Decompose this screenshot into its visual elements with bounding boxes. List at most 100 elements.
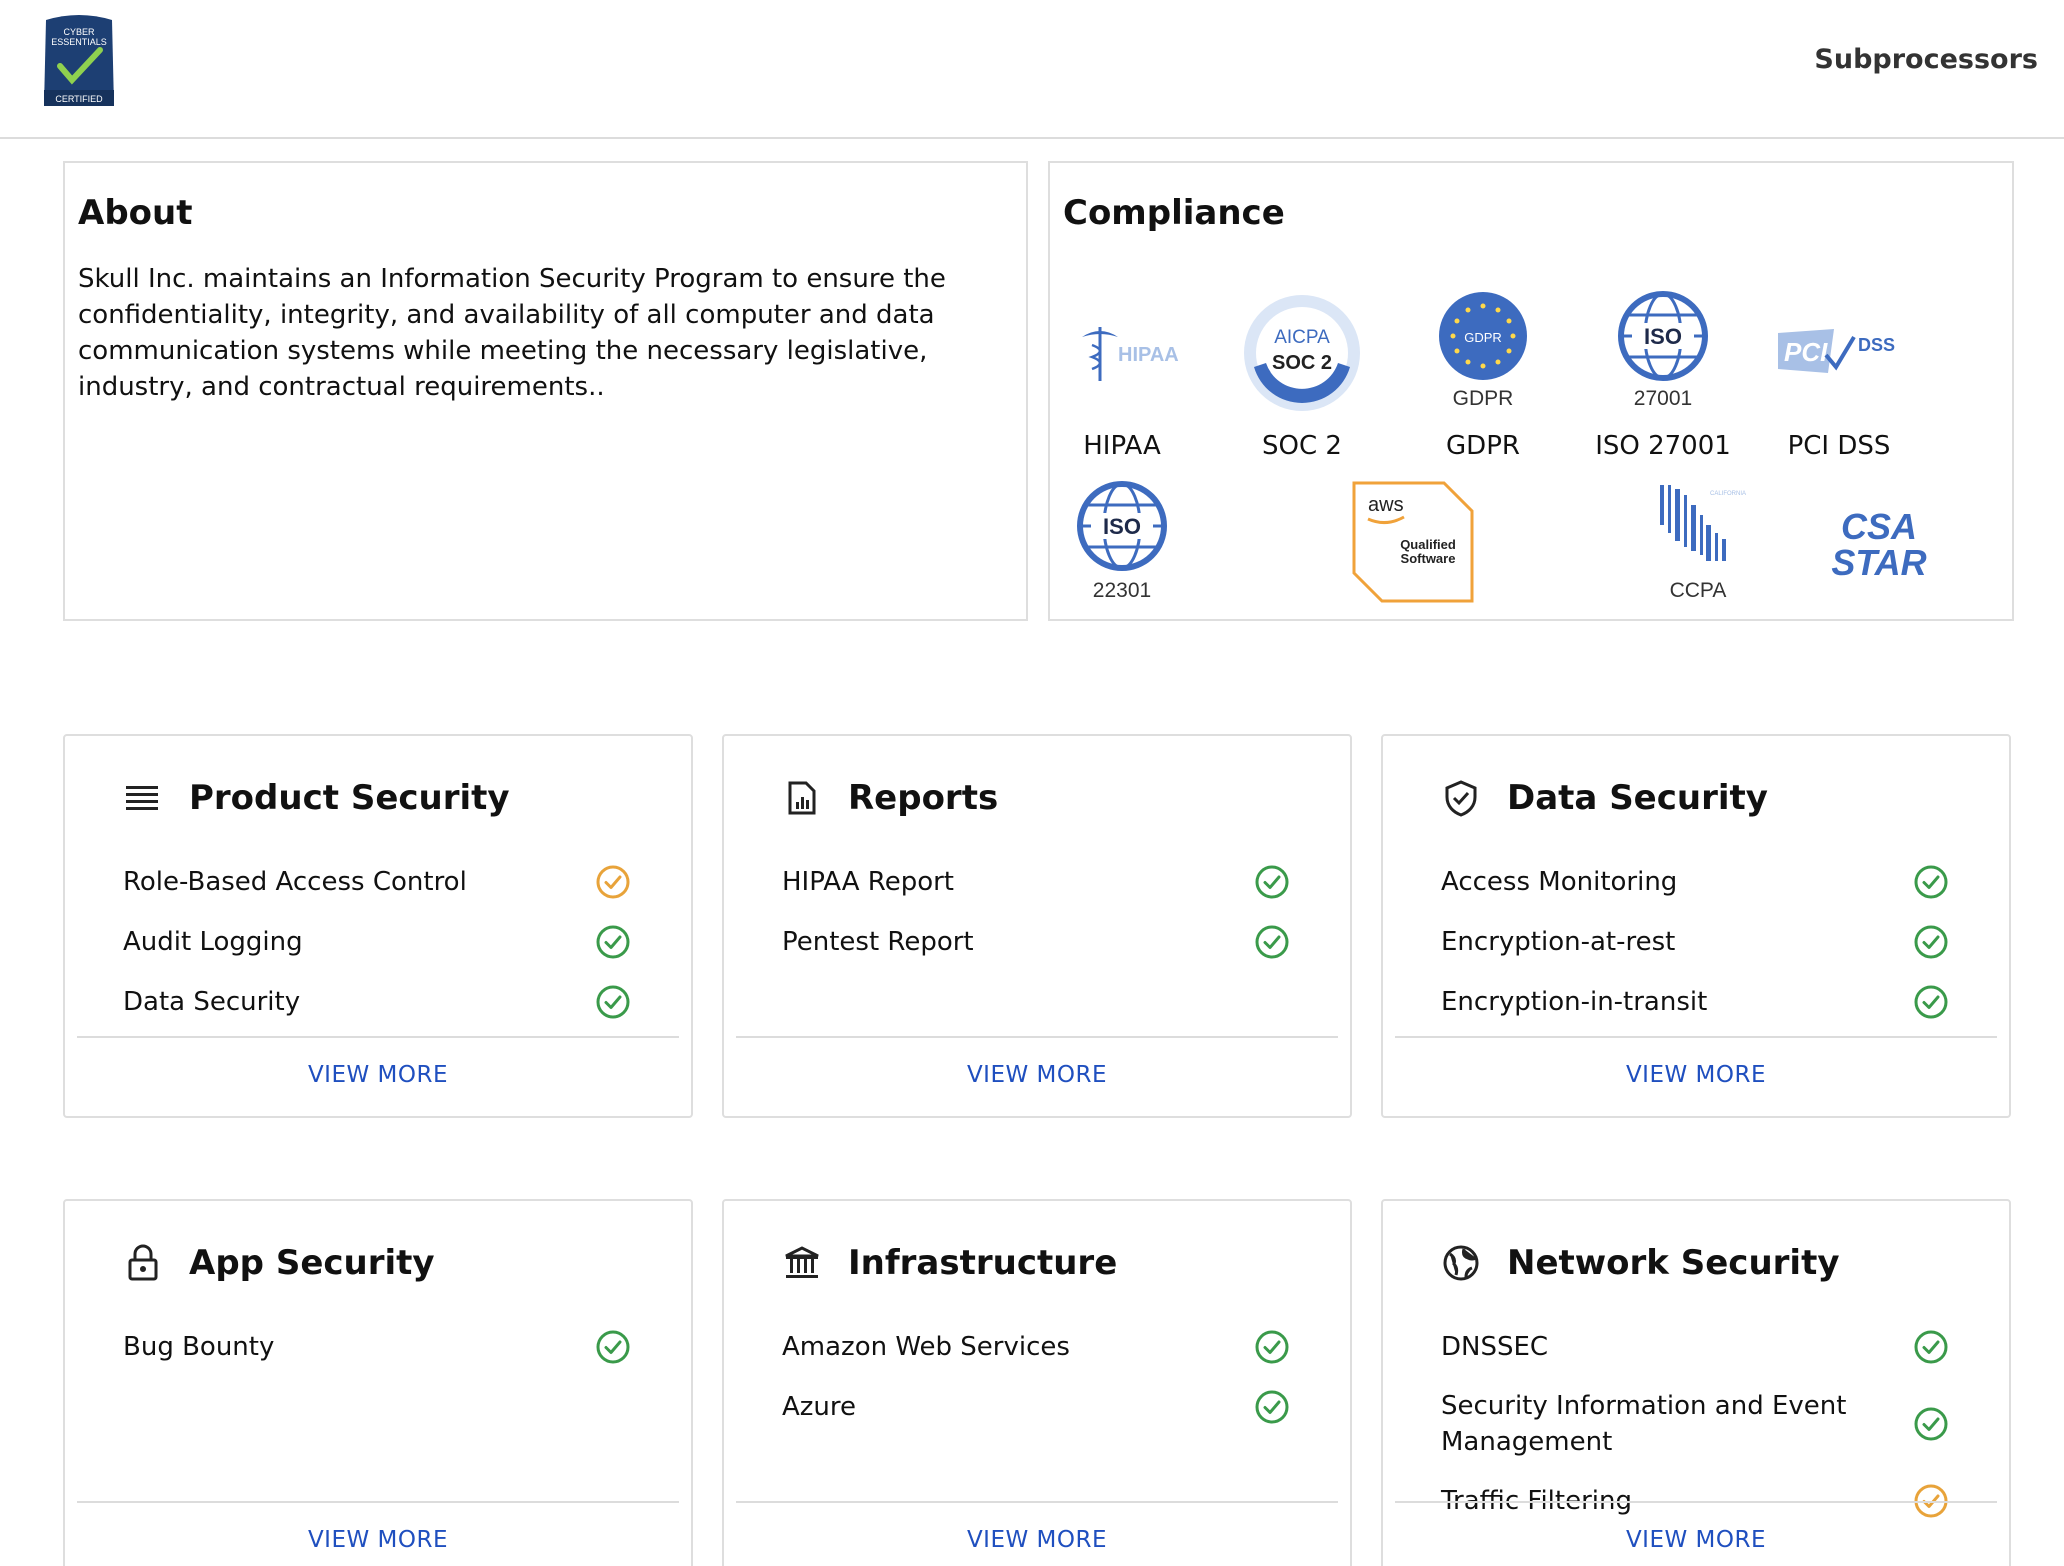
about-text: Skull Inc. maintains an Information Secu… — [78, 264, 946, 402]
cyber-essentials-logo[interactable]: CYBER ESSENTIALS CERTIFIED — [38, 14, 120, 110]
csa-star-logo[interactable]: CSA STAR — [1814, 503, 1944, 583]
svg-text:SOC 2: SOC 2 — [1272, 352, 1332, 374]
badge-label-soc2: SOC 2 — [1262, 431, 1342, 461]
view-more-link[interactable]: VIEW MORE — [724, 1527, 1350, 1553]
nav-subprocessors[interactable]: Subprocessors — [1814, 44, 2038, 75]
card-title: Infrastructure — [848, 1243, 1118, 1283]
divider — [736, 1036, 1338, 1038]
pending-check-icon — [595, 864, 631, 900]
card-items: DNSSEC Security Information and Event Ma… — [1441, 1317, 1951, 1531]
divider — [1395, 1501, 1997, 1503]
item-label: Encryption-at-rest — [1441, 927, 1676, 957]
card-items: Access Monitoring Encryption-at-rest Enc… — [1441, 852, 1951, 1032]
card-title: Product Security — [189, 778, 510, 818]
card-items: Amazon Web Services Azure — [782, 1317, 1292, 1437]
view-more-link[interactable]: VIEW MORE — [724, 1062, 1350, 1088]
item-label: Data Security — [123, 987, 301, 1017]
card-header: Reports — [782, 772, 998, 824]
list-item[interactable]: Amazon Web Services — [782, 1317, 1292, 1377]
card-app-security: App Security Bug Bounty VIEW MORE — [63, 1199, 693, 1566]
svg-text:CSA: CSA — [1841, 506, 1917, 547]
item-label: Bug Bounty — [123, 1332, 275, 1362]
svg-text:Qualified: Qualified — [1400, 537, 1456, 552]
lock-icon — [123, 1243, 163, 1283]
item-label: Encryption-in-transit — [1441, 987, 1708, 1017]
check-circle-icon — [1913, 924, 1949, 960]
list-item[interactable]: Security Information and Event Managemen… — [1441, 1377, 1951, 1471]
compliance-title: Compliance — [1063, 193, 1285, 233]
iso-22301-logo[interactable]: ISO 22301 — [1067, 481, 1177, 605]
card-title: Network Security — [1507, 1243, 1840, 1283]
svg-text:CYBER: CYBER — [63, 27, 95, 37]
view-more-link[interactable]: VIEW MORE — [1383, 1062, 2009, 1088]
list-item[interactable]: Encryption-at-rest — [1441, 912, 1951, 972]
list-item[interactable]: HIPAA Report — [782, 852, 1292, 912]
list-item[interactable]: Access Monitoring — [1441, 852, 1951, 912]
item-label: Role-Based Access Control — [123, 867, 467, 897]
item-label: HIPAA Report — [782, 867, 954, 897]
item-label: Azure — [782, 1392, 857, 1422]
view-more-link[interactable]: VIEW MORE — [1383, 1527, 2009, 1553]
divider — [1395, 1036, 1997, 1038]
badge-label-gdpr: GDPR — [1446, 431, 1520, 461]
badge-label-hipaa: HIPAA — [1083, 431, 1161, 461]
card-header: Data Security — [1441, 772, 1768, 824]
check-circle-icon — [1254, 1329, 1290, 1365]
item-label: Audit Logging — [123, 927, 303, 957]
list-item[interactable]: Encryption-in-transit — [1441, 972, 1951, 1032]
svg-text:CCPA: CCPA — [1670, 579, 1727, 602]
list-icon — [123, 778, 163, 818]
view-more-link[interactable]: VIEW MORE — [65, 1527, 691, 1553]
card-items: Role-Based Access Control Audit Logging … — [123, 852, 633, 1032]
list-item[interactable]: Audit Logging — [123, 912, 633, 972]
aws-qualified-logo[interactable]: aws Qualified Software — [1352, 481, 1474, 605]
card-title: Reports — [848, 778, 999, 818]
svg-text:Software: Software — [1401, 551, 1456, 566]
card-items: Bug Bounty — [123, 1317, 633, 1377]
check-circle-icon — [1913, 864, 1949, 900]
ccpa-logo[interactable]: CALIFORNIA CCPA — [1648, 481, 1758, 605]
divider — [77, 1501, 679, 1503]
card-items: HIPAA Report Pentest Report — [782, 852, 1292, 972]
divider — [736, 1501, 1338, 1503]
shield-icon — [1441, 778, 1481, 818]
pci-dss-logo[interactable]: PCI DSS — [1774, 321, 1904, 381]
check-circle-icon — [1254, 1389, 1290, 1425]
check-circle-icon — [1254, 924, 1290, 960]
about-panel: About Skull Inc. maintains an Informatio… — [63, 161, 1028, 621]
svg-text:DSS: DSS — [1858, 335, 1895, 355]
item-label: Access Monitoring — [1441, 867, 1678, 897]
view-more-link[interactable]: VIEW MORE — [65, 1062, 691, 1088]
item-label: Security Information and Event Managemen… — [1441, 1391, 1847, 1457]
gdpr-logo[interactable]: GDPR GDPR — [1428, 291, 1538, 411]
check-circle-icon — [595, 1329, 631, 1365]
check-circle-icon — [1913, 984, 1949, 1020]
bank-icon — [782, 1243, 822, 1283]
badge-label-pci-dss: PCI DSS — [1787, 431, 1891, 461]
list-item[interactable]: Bug Bounty — [123, 1317, 633, 1377]
compliance-panel: Compliance HIPAA HIPAA AICPA SOC 2 SOC 2 — [1048, 161, 2014, 621]
svg-text:aws: aws — [1368, 494, 1404, 516]
card-header: Network Security — [1441, 1237, 1840, 1289]
card-header: App Security — [123, 1237, 435, 1289]
check-circle-icon — [595, 924, 631, 960]
list-item[interactable]: DNSSEC — [1441, 1317, 1951, 1377]
list-item[interactable]: Data Security — [123, 972, 633, 1032]
svg-text:22301: 22301 — [1093, 579, 1151, 602]
svg-text:CALIFORNIA: CALIFORNIA — [1710, 491, 1746, 497]
hipaa-logo[interactable]: HIPAA — [1062, 319, 1182, 389]
iso-27001-logo[interactable]: ISO 27001 — [1608, 291, 1718, 413]
item-label: DNSSEC — [1441, 1332, 1549, 1362]
list-item[interactable]: Role-Based Access Control — [123, 852, 633, 912]
list-item[interactable]: Pentest Report — [782, 912, 1292, 972]
card-title: Data Security — [1507, 778, 1768, 818]
svg-text:HIPAA: HIPAA — [1118, 344, 1179, 366]
svg-text:ESSENTIALS: ESSENTIALS — [51, 37, 107, 47]
card-data-security: Data Security Access Monitoring Encrypti… — [1381, 734, 2011, 1118]
badge-label-iso27001: ISO 27001 — [1595, 431, 1731, 461]
svg-text:27001: 27001 — [1634, 387, 1692, 410]
list-item[interactable]: Azure — [782, 1377, 1292, 1437]
about-title: About — [78, 193, 193, 233]
soc2-logo[interactable]: AICPA SOC 2 — [1240, 291, 1364, 415]
card-infrastructure: Infrastructure Amazon Web Services Azure… — [722, 1199, 1352, 1566]
